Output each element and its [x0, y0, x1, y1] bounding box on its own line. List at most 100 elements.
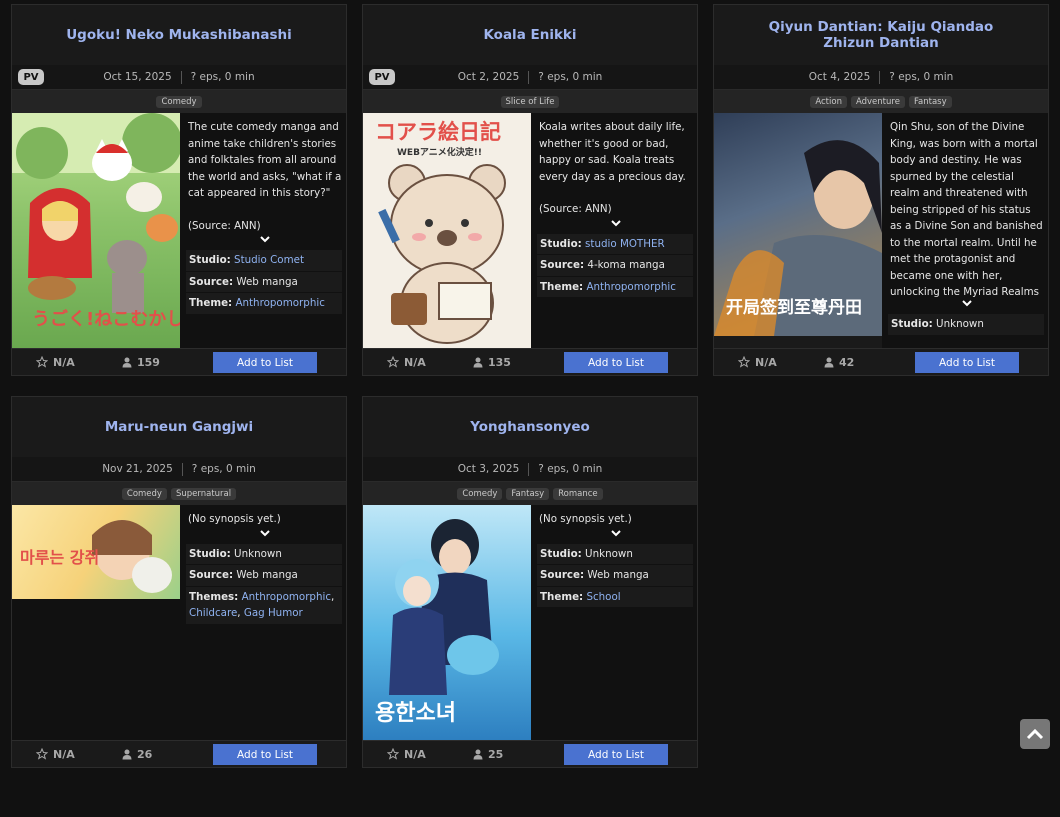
genre-tag[interactable]: Fantasy	[908, 95, 952, 108]
synopsis: The cute comedy manga and anime take chi…	[188, 121, 342, 199]
score-value: N/A	[404, 355, 426, 369]
info-bar: PV Oct 15, 2025 ? eps, 0 min	[12, 65, 346, 89]
pv-badge[interactable]: PV	[369, 69, 395, 85]
expand-chevron-icon[interactable]	[188, 234, 342, 248]
theme-link[interactable]: Childcare	[189, 607, 237, 619]
genre-tag[interactable]: Slice of Life	[500, 95, 560, 108]
scroll-to-top-button[interactable]	[1020, 719, 1050, 749]
cover-illustration: 용한소녀	[375, 519, 499, 726]
episode-info: ? eps, 0 min	[889, 71, 954, 83]
synopsis: Koala writes about daily life, whether i…	[539, 121, 686, 183]
air-date: Nov 21, 2025	[102, 463, 173, 475]
source-row: Source: Web manga	[537, 565, 693, 586]
genre-tag[interactable]: Fantasy	[506, 487, 550, 500]
cover-image[interactable]: 용한소녀	[363, 505, 531, 740]
episode-info: ? eps, 0 min	[190, 71, 255, 83]
anime-card: Maru-neun Gangjwi Nov 21, 2025 ? eps, 0 …	[11, 396, 347, 768]
genre-bar: Comedy Fantasy Romance	[363, 481, 697, 505]
add-to-list-button[interactable]: Add to List	[564, 352, 668, 373]
star-icon	[36, 356, 48, 368]
studio-row: Studio: Unknown	[888, 314, 1044, 335]
synopsis: (No synopsis yet.)	[539, 513, 632, 525]
cover-image[interactable]: 마루는 강쥐	[12, 505, 180, 599]
genre-tag[interactable]: Comedy	[457, 487, 503, 500]
score: N/A	[738, 356, 777, 369]
card-body: 开局签到至尊丹田 Qin Shu, son of the Divine King…	[714, 113, 1048, 348]
studio-link[interactable]: studio MOTHER	[585, 238, 665, 250]
user-icon	[824, 357, 834, 367]
cover-sub-text: WEBアニメ化決定!!	[397, 146, 482, 158]
anime-card: Qiyun Dantian: Kaiju Qiandao Zhizun Dant…	[713, 4, 1049, 376]
anime-title[interactable]: Koala Enikki	[363, 5, 697, 65]
info-bar: Oct 3, 2025 ? eps, 0 min	[363, 457, 697, 481]
theme-link[interactable]: Anthropomorphic	[242, 591, 331, 603]
expand-chevron-icon[interactable]	[890, 298, 1044, 312]
synopsis: Qin Shu, son of the Divine King, was bor…	[890, 121, 1043, 298]
add-to-list-button[interactable]: Add to List	[213, 744, 317, 765]
theme-row: Theme: Anthropomorphic	[537, 276, 693, 297]
theme-link[interactable]: Anthropomorphic	[235, 297, 324, 309]
source-value: Web manga	[587, 569, 649, 581]
cover-title-text: 开局签到至尊丹田	[726, 297, 862, 318]
detail-panel: Qin Shu, son of the Divine King, was bor…	[882, 113, 1048, 348]
cover-image[interactable]: うごく!ねこむかしばなし	[12, 113, 180, 348]
detail-panel: (No synopsis yet.) Studio: Unknown Sourc…	[531, 505, 697, 740]
info-bar: Oct 4, 2025 ? eps, 0 min	[714, 65, 1048, 89]
genre-tag[interactable]: Romance	[553, 487, 603, 500]
genre-tag[interactable]: Adventure	[850, 95, 905, 108]
score-value: N/A	[755, 355, 777, 369]
add-to-list-button[interactable]: Add to List	[213, 352, 317, 373]
card-footer: N/A 159 Add to List	[12, 348, 346, 375]
card-footer: N/A 42 Add to List	[714, 348, 1048, 375]
studio-row: Studio: Studio Comet	[186, 250, 342, 271]
theme-link[interactable]: Anthropomorphic	[586, 281, 675, 293]
card-footer: N/A 135 Add to List	[363, 348, 697, 375]
air-date: Oct 3, 2025	[457, 463, 520, 475]
anime-title[interactable]: Ugoku! Neko Mukashibanashi	[12, 5, 346, 65]
source-value: 4-koma manga	[587, 259, 665, 271]
genre-tag[interactable]: Comedy	[156, 95, 202, 108]
score: N/A	[387, 356, 426, 369]
divider	[180, 70, 182, 84]
studio-row: Studio: studio MOTHER	[537, 233, 693, 254]
divider	[528, 462, 530, 476]
episode-info: ? eps, 0 min	[191, 463, 256, 475]
episode-info: ? eps, 0 min	[538, 71, 603, 83]
cover-image[interactable]: 开局签到至尊丹田	[714, 113, 882, 336]
source-row: Source: Web manga	[186, 565, 342, 586]
cover-image[interactable]: コアラ絵日記 WEBアニメ化決定!!	[363, 113, 531, 348]
synopsis: (No synopsis yet.)	[188, 513, 281, 525]
expand-chevron-icon[interactable]	[539, 528, 693, 542]
studio-value: Unknown	[234, 547, 282, 560]
cover-title-text: うごく!ねこむかしばなし	[32, 308, 180, 330]
info-bar: PV Oct 2, 2025 ? eps, 0 min	[363, 65, 697, 89]
studio-link[interactable]: Studio Comet	[234, 254, 304, 266]
expand-chevron-icon[interactable]	[188, 528, 342, 542]
studio-row: Studio: Unknown	[186, 543, 342, 564]
theme-link[interactable]: Gag Humor	[244, 607, 303, 619]
pv-badge[interactable]: PV	[18, 69, 44, 85]
cover-title-text: コアラ絵日記	[375, 120, 501, 144]
divider	[879, 70, 881, 84]
genre-tag[interactable]: Comedy	[121, 487, 167, 500]
theme-link[interactable]: School	[586, 591, 620, 603]
studio-value: Unknown	[936, 318, 984, 330]
cover-illustration: 开局签到至尊丹田	[714, 140, 882, 336]
star-icon	[387, 356, 399, 368]
anime-title[interactable]: Yonghansonyeo	[363, 397, 697, 457]
anime-title[interactable]: Qiyun Dantian: Kaiju Qiandao Zhizun Dant…	[714, 5, 1048, 65]
anime-card: Koala Enikki PV Oct 2, 2025 ? eps, 0 min…	[362, 4, 698, 376]
genre-tag[interactable]: Supernatural	[170, 487, 237, 500]
expand-chevron-icon[interactable]	[539, 218, 693, 232]
members: 26	[122, 748, 152, 761]
add-to-list-button[interactable]: Add to List	[915, 352, 1019, 373]
anime-card: Yonghansonyeo Oct 3, 2025 ? eps, 0 min C…	[362, 396, 698, 768]
cover-title-text: 용한소녀	[375, 701, 456, 726]
genre-tag[interactable]: Action	[810, 95, 847, 108]
card-footer: N/A 26 Add to List	[12, 740, 346, 767]
detail-panel: The cute comedy manga and anime take chi…	[180, 113, 346, 348]
anime-title[interactable]: Maru-neun Gangjwi	[12, 397, 346, 457]
card-body: コアラ絵日記 WEBアニメ化決定!! Koala writes about da…	[363, 113, 697, 348]
detail-panel: (No synopsis yet.) Studio: Unknown Sourc…	[180, 505, 346, 740]
add-to-list-button[interactable]: Add to List	[564, 744, 668, 765]
